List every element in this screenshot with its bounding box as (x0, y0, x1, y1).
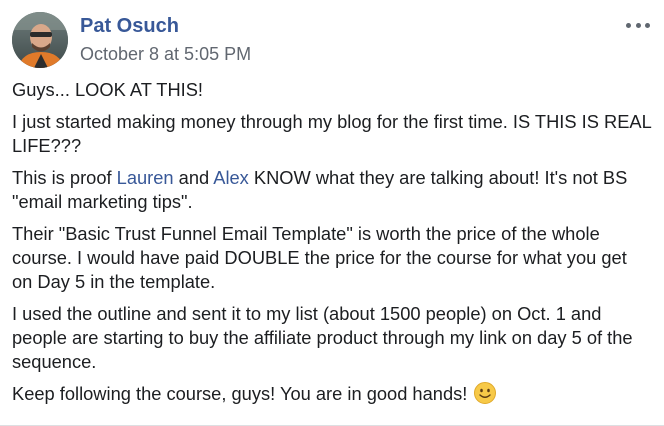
facebook-post: Pat Osuch October 8 at 5:05 PM Guys... L… (0, 0, 664, 426)
post-header: Pat Osuch October 8 at 5:05 PM (12, 12, 652, 68)
mention-lauren[interactable]: Lauren (117, 167, 174, 188)
avatar[interactable] (12, 12, 68, 68)
profile-photo-icon (12, 12, 68, 68)
post-paragraph-6: Keep following the course, guys! You are… (12, 382, 652, 406)
more-options-icon[interactable] (626, 16, 650, 34)
post-body: Guys... LOOK AT THIS! I just started mak… (12, 78, 652, 414)
post-timestamp[interactable]: October 8 at 5:05 PM (80, 44, 251, 65)
post-paragraph-3: This is proof Lauren and Alex KNOW what … (12, 166, 652, 214)
mention-alex[interactable]: Alex (213, 167, 249, 188)
dot (645, 22, 650, 28)
paragraph-text: This is proof (12, 167, 117, 188)
post-paragraph-1: Guys... LOOK AT THIS! (12, 79, 203, 100)
post-paragraph-5: I used the outline and sent it to my lis… (12, 303, 633, 372)
post-paragraph-2: I just started making money through my b… (12, 111, 652, 156)
author-name[interactable]: Pat Osuch (80, 15, 179, 38)
paragraph-text: Keep following the course, guys! You are… (12, 383, 468, 404)
dot (626, 22, 631, 28)
dot (635, 22, 641, 28)
paragraph-text: and (173, 167, 214, 188)
smiley-face-icon (474, 382, 497, 404)
post-paragraph-4: Their "Basic Trust Funnel Email Template… (12, 223, 627, 292)
